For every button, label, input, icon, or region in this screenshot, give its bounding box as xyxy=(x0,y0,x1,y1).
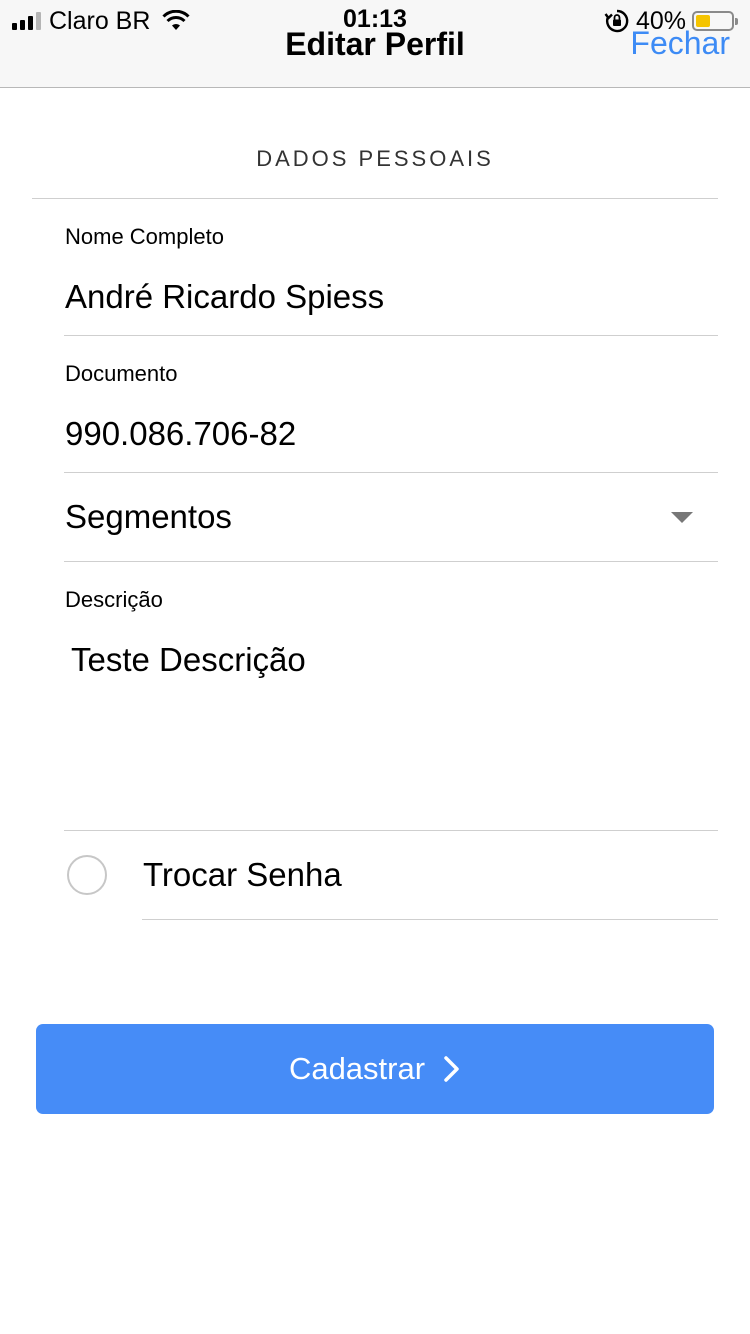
description-textarea[interactable]: Teste Descrição xyxy=(71,640,306,680)
full-name-label: Nome Completo xyxy=(65,224,224,249)
document-divider xyxy=(64,472,718,473)
change-password-label[interactable]: Trocar Senha xyxy=(143,855,342,895)
full-name-divider xyxy=(64,335,718,336)
segments-select[interactable]: Segmentos xyxy=(65,497,232,537)
description-divider xyxy=(64,830,718,831)
change-password-radio[interactable] xyxy=(67,855,107,895)
rotation-lock-icon xyxy=(604,9,629,33)
segments-divider xyxy=(64,561,718,562)
edit-profile-screen: Claro BR 01:13 Editar Perfil 40% Fechar … xyxy=(0,0,750,1334)
section-divider xyxy=(32,198,718,199)
document-input[interactable]: 990.086.706-82 xyxy=(65,414,296,454)
section-title: DADOS PESSOAIS xyxy=(256,146,494,171)
register-button[interactable]: Cadastrar xyxy=(36,1024,714,1114)
close-button[interactable]: Fechar xyxy=(630,23,730,63)
full-name-input[interactable]: André Ricardo Spiess xyxy=(65,277,384,317)
change-password-divider xyxy=(142,919,718,920)
description-label: Descrição xyxy=(65,587,163,612)
chevron-right-icon xyxy=(444,1056,459,1082)
chevron-down-icon[interactable] xyxy=(671,512,693,523)
document-label: Documento xyxy=(65,361,178,386)
register-button-label: Cadastrar xyxy=(288,1051,426,1086)
navigation-bar: Claro BR 01:13 Editar Perfil 40% Fechar xyxy=(0,0,750,88)
